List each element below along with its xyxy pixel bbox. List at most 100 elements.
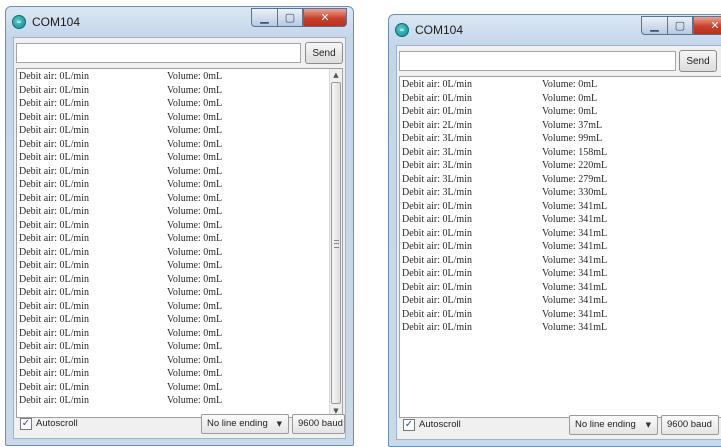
flow-reading: Debit air: 0L/min — [19, 125, 89, 136]
volume-reading: Volume: 0mL — [167, 368, 223, 379]
volume-reading: Volume: 0mL — [167, 152, 223, 163]
volume-reading: Volume: 341mL — [542, 227, 608, 239]
minimize-button[interactable]: ▁ — [641, 16, 667, 35]
volume-reading: Volume: 99mL — [542, 133, 603, 144]
baud-rate-select[interactable]: 9600 baud — [292, 414, 345, 434]
volume-reading: Volume: 0mL — [167, 98, 223, 109]
flow-reading: Debit air: 0L/min — [402, 106, 472, 117]
volume-reading: Volume: 158mL — [542, 146, 608, 158]
flow-reading: Debit air: 0L/min — [19, 165, 89, 177]
flow-reading: Debit air: 0L/min — [19, 368, 89, 379]
flow-reading: Debit air: 0L/min — [402, 254, 472, 266]
flow-reading: Debit air: 0L/min — [402, 227, 472, 239]
volume-reading: Volume: 341mL — [542, 241, 608, 252]
volume-reading: Volume: 341mL — [542, 254, 608, 266]
flow-reading: Debit air: 0L/min — [19, 314, 89, 325]
title-bar[interactable]: ∞ COM104 ▁ ▢ ✕ — [389, 15, 721, 45]
flow-reading: Debit air: 2L/min — [402, 119, 472, 131]
flow-reading: Debit air: 0L/min — [19, 341, 89, 352]
volume-reading: Volume: 330mL — [542, 187, 608, 198]
send-button[interactable]: Send — [305, 42, 343, 64]
flow-reading: Debit air: 0L/min — [19, 287, 89, 298]
window-title: COM104 — [415, 23, 464, 37]
volume-reading: Volume: 0mL — [167, 84, 223, 96]
window-title: COM104 — [32, 15, 81, 29]
caption-buttons: ▁ ▢ ✕ — [251, 8, 347, 28]
volume-reading: Volume: 0mL — [167, 206, 223, 217]
maximize-button[interactable]: ▢ — [277, 8, 303, 27]
baud-rate-value: 9600 baud — [667, 419, 712, 430]
baud-rate-select[interactable]: 9600 baud — [661, 415, 719, 435]
serial-monitor-icon: ∞ — [395, 23, 409, 37]
flow-reading: Debit air: 3L/min — [402, 133, 472, 144]
volume-reading: Volume: 0mL — [167, 260, 223, 271]
autoscroll-label: Autoscroll — [419, 419, 461, 430]
volume-reading: Volume: 0mL — [167, 192, 223, 204]
volume-reading: Volume: 341mL — [542, 295, 608, 306]
volume-reading: Volume: 0mL — [167, 233, 223, 244]
autoscroll-checkbox[interactable]: ✓ — [20, 418, 32, 430]
volume-reading: Volume: 0mL — [167, 300, 223, 312]
line-ending-value: No line ending — [575, 419, 636, 430]
line-ending-select[interactable]: No line ending ▼ — [569, 415, 658, 435]
volume-reading: Volume: 0mL — [542, 92, 598, 104]
flow-reading: Debit air: 3L/min — [402, 173, 472, 185]
flow-reading: Debit air: 0L/min — [19, 300, 89, 312]
volume-reading: Volume: 220mL — [542, 160, 608, 171]
window-client: Send Debit air: 0L/min Volume: 0mL Debit a… — [13, 37, 346, 439]
close-button[interactable]: ✕ — [693, 16, 721, 35]
send-row: Send — [399, 50, 717, 74]
flow-reading: Debit air: 0L/min — [402, 214, 472, 225]
volume-reading: Volume: 0mL — [542, 106, 598, 117]
line-ending-select[interactable]: No line ending ▼ — [201, 414, 289, 434]
caption-buttons: ▁ ▢ ✕ — [641, 16, 721, 36]
chevron-down-icon: ▼ — [276, 420, 282, 428]
volume-reading: Volume: 0mL — [167, 165, 223, 177]
autoscroll-checkbox[interactable]: ✓ — [403, 419, 415, 431]
serial-output[interactable]: Debit air: 0L/min Volume: 0mL Debit air: 0… — [16, 68, 343, 418]
minimize-button[interactable]: ▁ — [251, 8, 277, 27]
flow-reading: Debit air: 0L/min — [19, 111, 89, 123]
flow-reading: Debit air: 0L/min — [19, 138, 89, 150]
flow-reading: Debit air: 3L/min — [402, 160, 472, 171]
bottom-bar: ✓ Autoscroll No line ending ▼ 9600 baud — [399, 414, 719, 436]
scroll-up-arrow-icon[interactable]: ▲ — [330, 69, 342, 81]
maximize-button[interactable]: ▢ — [667, 16, 693, 35]
send-input[interactable] — [16, 43, 301, 63]
flow-reading: Debit air: 0L/min — [402, 200, 472, 212]
title-bar[interactable]: ∞ COM104 ▁ ▢ ✕ — [6, 7, 353, 37]
vertical-scrollbar[interactable]: ▲ ▼ — [329, 69, 342, 417]
volume-reading: Volume: 0mL — [167, 381, 223, 393]
serial-output[interactable]: Debit air: 0L/min Volume: 0mL Debit air: 0… — [399, 76, 721, 418]
serial-monitor-window-right: ∞ COM104 ▁ ▢ ✕ Send Debit air: 0L/min Vol… — [388, 14, 721, 447]
flow-reading: Debit air: 0L/min — [19, 179, 89, 190]
flow-reading: Debit air: 0L/min — [402, 268, 472, 279]
close-icon: ✕ — [710, 19, 720, 32]
volume-reading: Volume: 0mL — [167, 273, 223, 285]
scroll-thumb[interactable] — [331, 82, 341, 404]
volume-reading: Volume: 0mL — [167, 354, 223, 366]
volume-reading: Volume: 0mL — [167, 327, 223, 339]
volume-reading: Volume: 341mL — [542, 281, 608, 293]
send-button[interactable]: Send — [679, 50, 717, 72]
flow-reading: Debit air: 0L/min — [402, 295, 472, 306]
baud-rate-value: 9600 baud — [298, 418, 343, 429]
serial-monitor-window-left: ∞ COM104 ▁ ▢ ✕ Send Debit air: 0L/min Vol… — [5, 6, 354, 446]
volume-reading: Volume: 0mL — [542, 79, 598, 90]
line-ending-value: No line ending — [207, 418, 268, 429]
volume-reading: Volume: 0mL — [167, 246, 223, 258]
flow-reading: Debit air: 0L/min — [19, 395, 89, 406]
flow-reading: Debit air: 0L/min — [19, 381, 89, 393]
send-input[interactable] — [399, 51, 676, 71]
window-client: Send Debit air: 0L/min Volume: 0mL Debit a… — [396, 45, 721, 440]
send-row: Send — [16, 42, 343, 66]
flow-reading: Debit air: 0L/min — [19, 152, 89, 163]
flow-reading: Debit air: 3L/min — [402, 146, 472, 158]
flow-reading: Debit air: 0L/min — [402, 281, 472, 293]
volume-reading: Volume: 0mL — [167, 341, 223, 352]
volume-reading: Volume: 0mL — [167, 395, 223, 406]
close-button[interactable]: ✕ — [303, 8, 347, 27]
flow-reading: Debit air: 0L/min — [402, 322, 472, 333]
minimize-icon: ▁ — [650, 19, 659, 32]
volume-reading: Volume: 0mL — [167, 219, 223, 231]
